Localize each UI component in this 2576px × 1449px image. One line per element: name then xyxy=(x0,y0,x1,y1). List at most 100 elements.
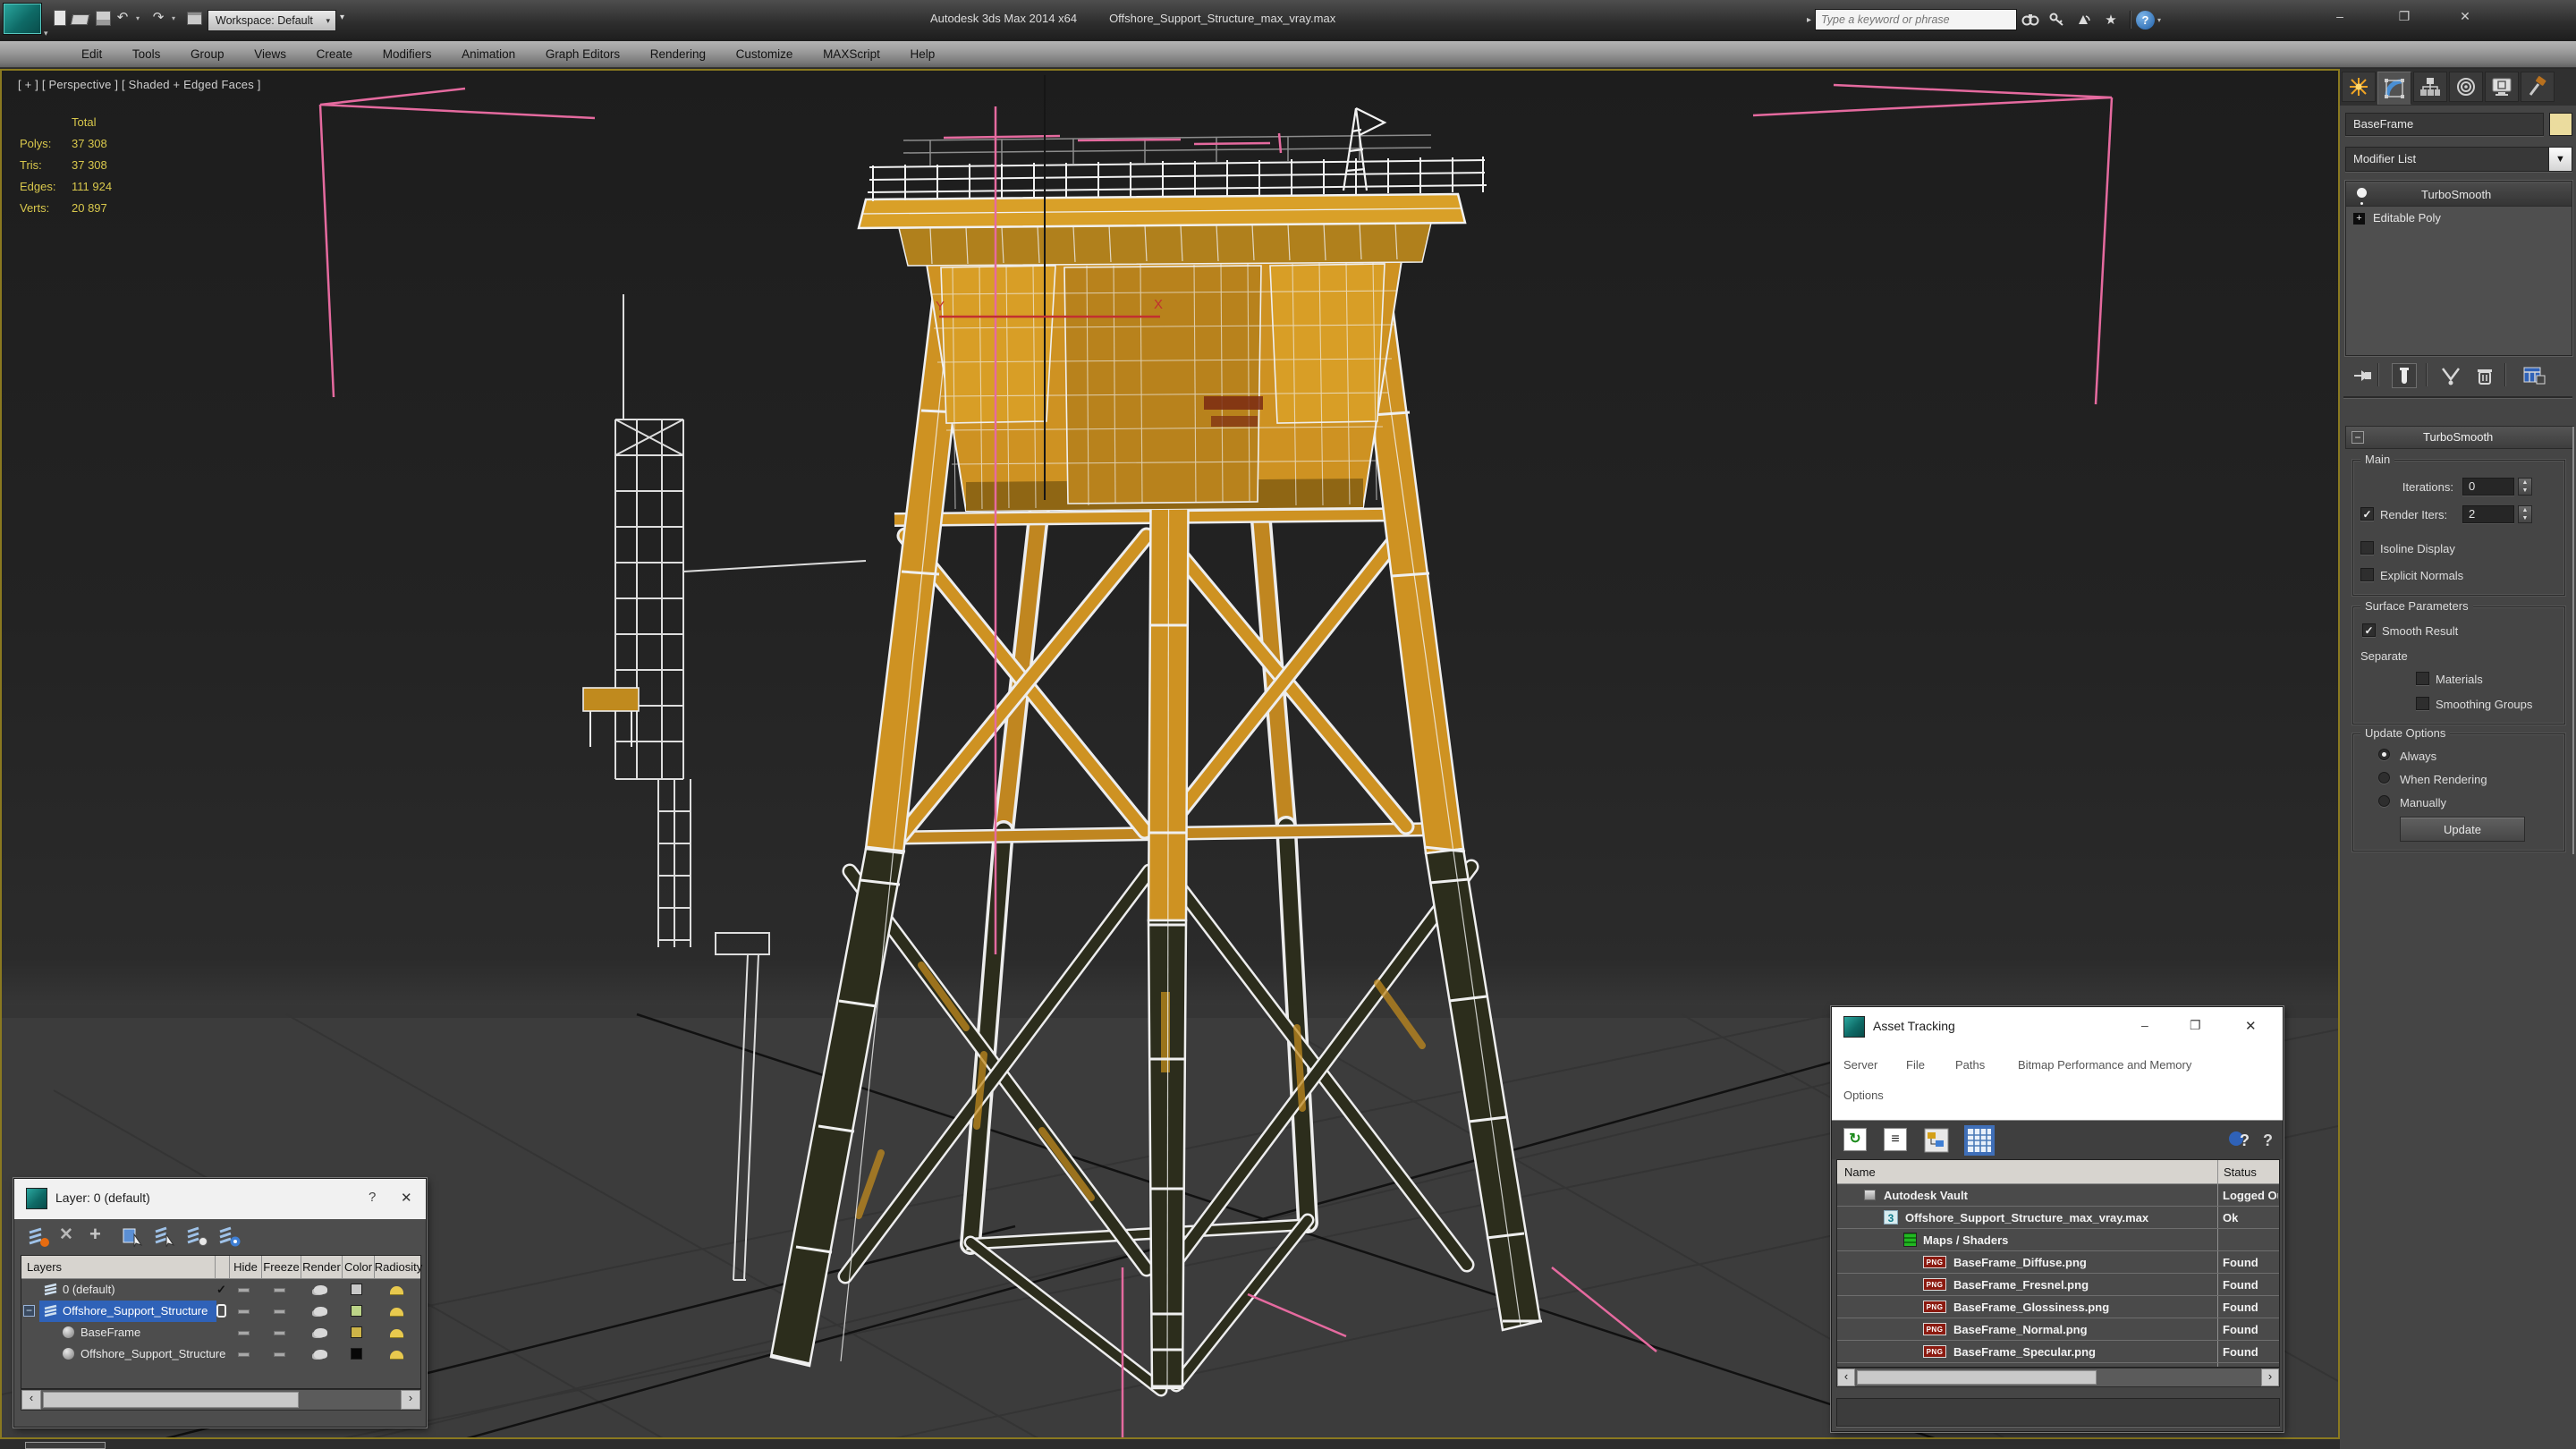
layer-color-swatch[interactable] xyxy=(351,1326,362,1338)
delete-layer-icon[interactable]: ✕ xyxy=(59,1224,73,1245)
table-view-icon[interactable] xyxy=(1964,1125,1995,1158)
menu-edit[interactable]: Edit xyxy=(68,41,115,68)
stack-item-turbosmooth[interactable]: TurboSmooth xyxy=(2346,183,2572,207)
current-layer-box[interactable] xyxy=(216,1304,226,1318)
radio-always[interactable] xyxy=(2378,749,2390,760)
menu-views[interactable]: Views xyxy=(241,41,300,68)
refresh-icon[interactable]: ↻ xyxy=(1843,1128,1867,1151)
workspace-dropdown[interactable]: Workspace: Default ▾ xyxy=(208,10,336,31)
asset-row-map[interactable]: PNG BaseFrame_Fresnel.png Found xyxy=(1837,1274,2279,1296)
favorites-star-icon[interactable]: ★ xyxy=(2097,9,2124,30)
new-layer-icon[interactable] xyxy=(27,1225,50,1251)
menu-modifiers[interactable]: Modifiers xyxy=(369,41,445,68)
select-objects-icon[interactable] xyxy=(122,1225,145,1251)
layer-row-baseframe[interactable]: BaseFrame xyxy=(21,1322,422,1343)
add-to-layer-icon[interactable]: + xyxy=(89,1223,101,1246)
asset-row-max-file[interactable]: 3 Offshore_Support_Structure_max_vray.ma… xyxy=(1837,1207,2279,1229)
menu-tools[interactable]: Tools xyxy=(119,41,174,68)
viewport-label[interactable]: [ + ] [ Perspective ] [ Shaded + Edged F… xyxy=(18,78,261,91)
make-unique-icon[interactable] xyxy=(2440,365,2462,389)
tab-display[interactable] xyxy=(2485,72,2519,102)
minimize-button[interactable]: – xyxy=(2322,4,2358,28)
undo-dropdown-icon[interactable]: ▾ xyxy=(136,14,140,22)
layer-color-swatch[interactable] xyxy=(351,1284,362,1295)
hide-toggle[interactable] xyxy=(238,1309,250,1314)
layer-row-default[interactable]: 0 (default) ✓ xyxy=(21,1279,422,1301)
asset-row-map[interactable]: PNG BaseFrame_Glossiness.png Found xyxy=(1837,1296,2279,1318)
tab-modify[interactable] xyxy=(2377,72,2411,105)
hide-toggle[interactable] xyxy=(238,1352,250,1357)
layer-hscrollbar[interactable]: ‹ › xyxy=(21,1389,421,1411)
asset-close-button[interactable]: ✕ xyxy=(2245,1018,2257,1034)
render-toggle-teapot-icon[interactable] xyxy=(314,1328,327,1337)
menu-customize[interactable]: Customize xyxy=(723,41,807,68)
iterations-spinner[interactable]: ▲ ▼ xyxy=(2518,478,2532,496)
save-file-icon[interactable] xyxy=(93,9,113,29)
freeze-toggle[interactable] xyxy=(274,1309,285,1314)
hide-toggle[interactable] xyxy=(238,1331,250,1335)
hide-toggle[interactable] xyxy=(238,1288,250,1292)
menu-help[interactable]: Help xyxy=(896,41,948,68)
layer-row-offshore-support-structure[interactable]: − Offshore_Support_Structure xyxy=(21,1301,422,1322)
layer-color-swatch[interactable] xyxy=(351,1348,362,1360)
hierarchy-view-icon[interactable] xyxy=(1924,1128,1949,1156)
stack-item-editable-poly[interactable]: + Editable Poly xyxy=(2346,207,2572,230)
asset-minimize-button[interactable]: – xyxy=(2141,1018,2148,1032)
isoline-display-checkbox[interactable] xyxy=(2360,541,2374,555)
materials-checkbox[interactable] xyxy=(2416,672,2429,685)
asset-menu-paths[interactable]: Paths xyxy=(1955,1058,1985,1072)
asset-row-vault[interactable]: Autodesk Vault Logged Out xyxy=(1837,1184,2279,1207)
current-layer-check[interactable]: ✓ xyxy=(216,1279,226,1301)
panel-scroll-strip[interactable] xyxy=(2572,427,2574,854)
subscription-key-icon[interactable] xyxy=(2044,9,2071,30)
layer-help-button[interactable]: ? xyxy=(369,1190,376,1205)
report-view-icon[interactable]: ≡ xyxy=(1884,1128,1907,1151)
asset-maximize-button[interactable]: ❐ xyxy=(2190,1018,2201,1033)
tab-motion[interactable] xyxy=(2449,72,2483,102)
render-iters-field[interactable]: 2 xyxy=(2462,505,2514,523)
close-button[interactable]: ✕ xyxy=(2447,4,2483,28)
render-toggle-teapot-icon[interactable] xyxy=(314,1285,327,1294)
select-layer-icon[interactable] xyxy=(154,1225,177,1251)
iterations-field[interactable]: 0 xyxy=(2462,478,2514,496)
app-logo-button[interactable] xyxy=(3,3,42,35)
asset-hscrollbar[interactable]: ‹ › xyxy=(1836,1368,2280,1387)
asset-row-map[interactable]: PNG BaseFrame_Normal.png Found xyxy=(1837,1318,2279,1341)
help-icon[interactable]: ? xyxy=(2136,10,2156,30)
layer-dialog[interactable]: Layer: 0 (default) ? ✕ ✕ + Layers Hide F… xyxy=(13,1178,427,1428)
help-dropdown-icon[interactable]: ▾ xyxy=(2157,16,2161,24)
update-button[interactable]: Update xyxy=(2400,817,2525,842)
asset-menu-options[interactable]: Options xyxy=(1843,1089,1884,1102)
freeze-toggle[interactable] xyxy=(274,1352,285,1357)
menu-group[interactable]: Group xyxy=(177,41,238,68)
radiosity-lamp-icon[interactable] xyxy=(390,1308,403,1316)
menu-maxscript[interactable]: MAXScript xyxy=(809,41,894,68)
freeze-toggle[interactable] xyxy=(274,1331,285,1335)
explicit-normals-checkbox[interactable] xyxy=(2360,568,2374,581)
tab-create[interactable] xyxy=(2342,72,2376,102)
collapse-minus-icon[interactable]: − xyxy=(23,1305,35,1317)
menu-rendering[interactable]: Rendering xyxy=(637,41,719,68)
asset-dialog-titlebar[interactable]: Asset Tracking – ❐ ✕ xyxy=(1832,1007,2283,1047)
asset-menu-server[interactable]: Server xyxy=(1843,1058,1877,1072)
app-logo-dropdown-icon[interactable]: ▾ xyxy=(44,29,48,38)
redo-dropdown-icon[interactable]: ▾ xyxy=(172,14,175,22)
radiosity-lamp-icon[interactable] xyxy=(390,1351,403,1359)
layer-close-button[interactable]: ✕ xyxy=(401,1190,412,1206)
menu-animation[interactable]: Animation xyxy=(448,41,529,68)
radio-when-rendering[interactable] xyxy=(2378,772,2390,784)
open-file-icon[interactable] xyxy=(70,9,91,29)
tab-hierarchy[interactable] xyxy=(2413,72,2447,102)
layer-color-swatch[interactable] xyxy=(351,1305,362,1317)
asset-row-map[interactable]: PNG BaseFrame_Diffuse.png Found xyxy=(1837,1251,2279,1274)
modifier-enabled-bulb-icon[interactable] xyxy=(2357,188,2367,198)
new-file-icon[interactable] xyxy=(50,9,70,29)
communication-center-icon[interactable] xyxy=(2071,9,2097,30)
undo-icon[interactable]: ↶ xyxy=(111,7,134,29)
show-end-result-icon[interactable] xyxy=(2392,363,2417,388)
project-folder-icon[interactable] xyxy=(184,9,204,29)
layer-row-offshore-object[interactable]: Offshore_Support_Structure xyxy=(21,1343,422,1365)
search-flyout-icon[interactable]: ▸ xyxy=(1807,15,1811,25)
help-browser-icon[interactable]: ? xyxy=(2227,1128,2250,1154)
rollout-collapse-icon[interactable]: − xyxy=(2351,431,2364,444)
